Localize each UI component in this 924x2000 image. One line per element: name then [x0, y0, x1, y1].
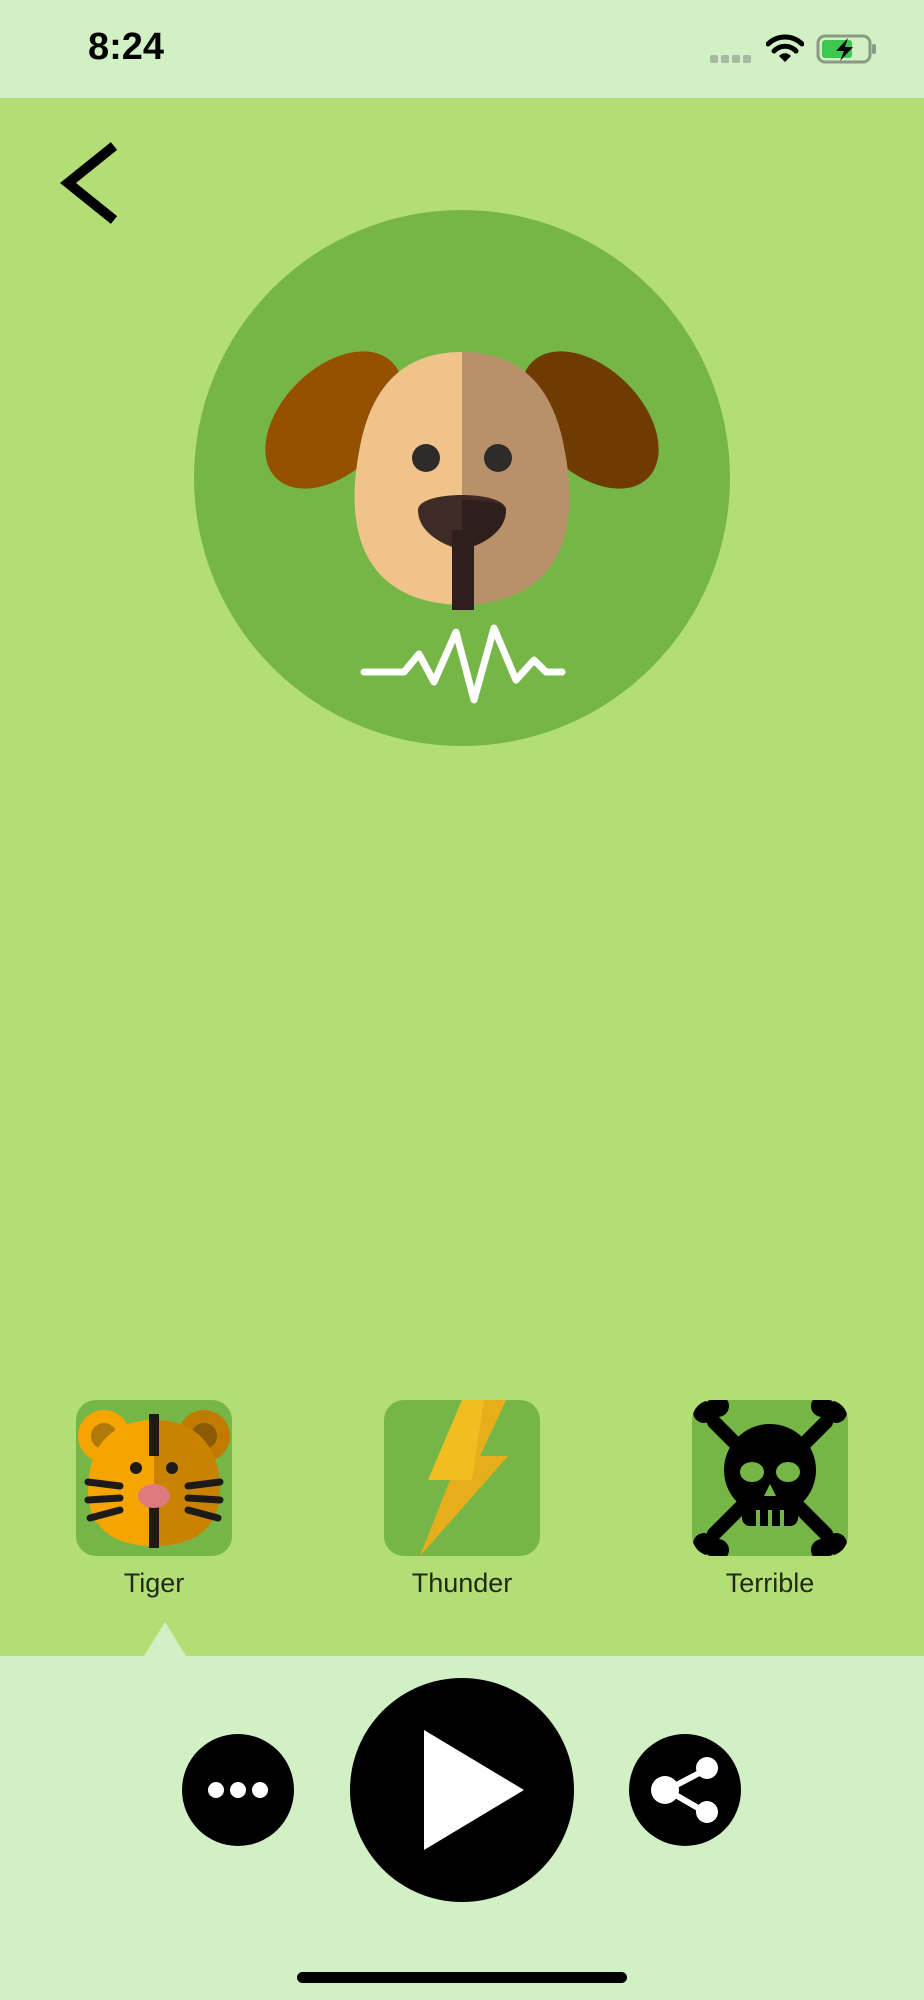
more-button[interactable]	[182, 1734, 294, 1846]
play-icon	[424, 1730, 524, 1850]
selection-pointer	[144, 1622, 186, 1656]
sound-label-thunder: Thunder	[411, 1568, 513, 1598]
tiger-tile[interactable]	[76, 1400, 232, 1556]
status-time: 8:24	[88, 26, 165, 68]
share-icon	[651, 1757, 718, 1823]
sound-label-tiger: Tiger	[123, 1568, 185, 1598]
wifi-icon	[766, 34, 804, 62]
sound-label-terrible: Terrible	[725, 1568, 815, 1598]
share-button[interactable]	[629, 1734, 741, 1846]
sound-item-thunder[interactable]: Thunder	[384, 1400, 540, 1599]
thunder-tile[interactable]	[384, 1400, 540, 1556]
lightning-bolt-icon	[420, 1400, 508, 1556]
chevron-left-icon[interactable]	[54, 140, 126, 226]
sound-item-tiger[interactable]: Tiger	[76, 1400, 232, 1599]
home-indicator[interactable]	[297, 1972, 627, 1983]
dog-face-icon	[194, 210, 730, 746]
tiger-face-icon	[78, 1410, 230, 1548]
sound-item-terrible[interactable]: Terrible	[692, 1400, 848, 1599]
status-bar: 8:24	[0, 0, 924, 98]
battery-charging-icon	[816, 34, 876, 64]
play-button[interactable]	[350, 1678, 574, 1902]
more-icon	[208, 1782, 268, 1798]
terrible-tile[interactable]	[692, 1400, 848, 1556]
skull-crossbones-icon	[693, 1400, 847, 1556]
signal-icon	[710, 55, 751, 63]
